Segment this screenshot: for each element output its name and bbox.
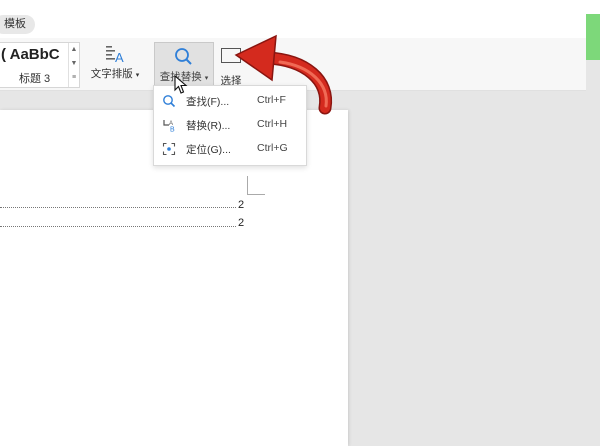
toc-page-number: 2 [238, 217, 245, 229]
scroll-down-icon[interactable]: ▼ [69, 57, 79, 71]
side-green-bar [586, 14, 600, 60]
expand-icon[interactable]: ≡ [69, 71, 79, 85]
scroll-up-icon[interactable]: ▲ [69, 43, 79, 57]
menu-item-label: 定位(G)... [186, 144, 231, 156]
style-sample-text: ( AaBbC [1, 46, 60, 63]
replace-icon: A B [163, 120, 175, 133]
menu-item-shortcut: Ctrl+F [257, 94, 286, 106]
style-gallery[interactable]: ( AaBbC 标题 3 ▲ ▼ ≡ [0, 42, 80, 88]
menu-item-label: 查找(F)... [186, 96, 230, 108]
svg-text:A: A [115, 50, 124, 64]
select-button[interactable]: 选择 [216, 41, 246, 87]
menu-item-replace[interactable]: A B 替换(R)... Ctrl+H [154, 113, 306, 137]
menu-item-label: 替换(R)... [186, 120, 231, 132]
select-icon [221, 48, 241, 63]
top-strip: 模板 [0, 0, 600, 38]
find-replace-menu: 查找(F)... Ctrl+F A B 替换(R)... Ctrl+H 定位(G… [153, 85, 307, 166]
menu-item-shortcut: Ctrl+G [257, 142, 288, 154]
text-typeset-icon: A [106, 46, 124, 64]
svg-text:B: B [170, 127, 175, 133]
toc-leader-line [0, 226, 236, 227]
magnifier-icon [163, 95, 176, 108]
ribbon-toolbar: ( AaBbC 标题 3 ▲ ▼ ≡ A 文字排版 ▾ 查找替换 ▾ 选择 [0, 38, 586, 91]
style-name-label: 标题 3 [19, 73, 51, 85]
text-typeset-button[interactable]: A 文字排版 ▾ [88, 41, 142, 87]
mouse-cursor-icon [174, 75, 188, 94]
menu-item-goto[interactable]: 定位(G)... Ctrl+G [154, 137, 306, 161]
page-corner-mark [247, 176, 248, 194]
text-typeset-label: 文字排版 ▾ [90, 68, 140, 80]
toc-leader-line [0, 207, 236, 208]
locate-icon [162, 142, 176, 156]
template-tab[interactable]: 模板 [0, 15, 35, 34]
page-corner-mark [247, 194, 265, 195]
toc-page-number: 2 [238, 199, 245, 211]
menu-item-shortcut: Ctrl+H [257, 118, 288, 130]
magnifier-icon [175, 48, 192, 65]
style-gallery-scroll[interactable]: ▲ ▼ ≡ [68, 43, 79, 87]
